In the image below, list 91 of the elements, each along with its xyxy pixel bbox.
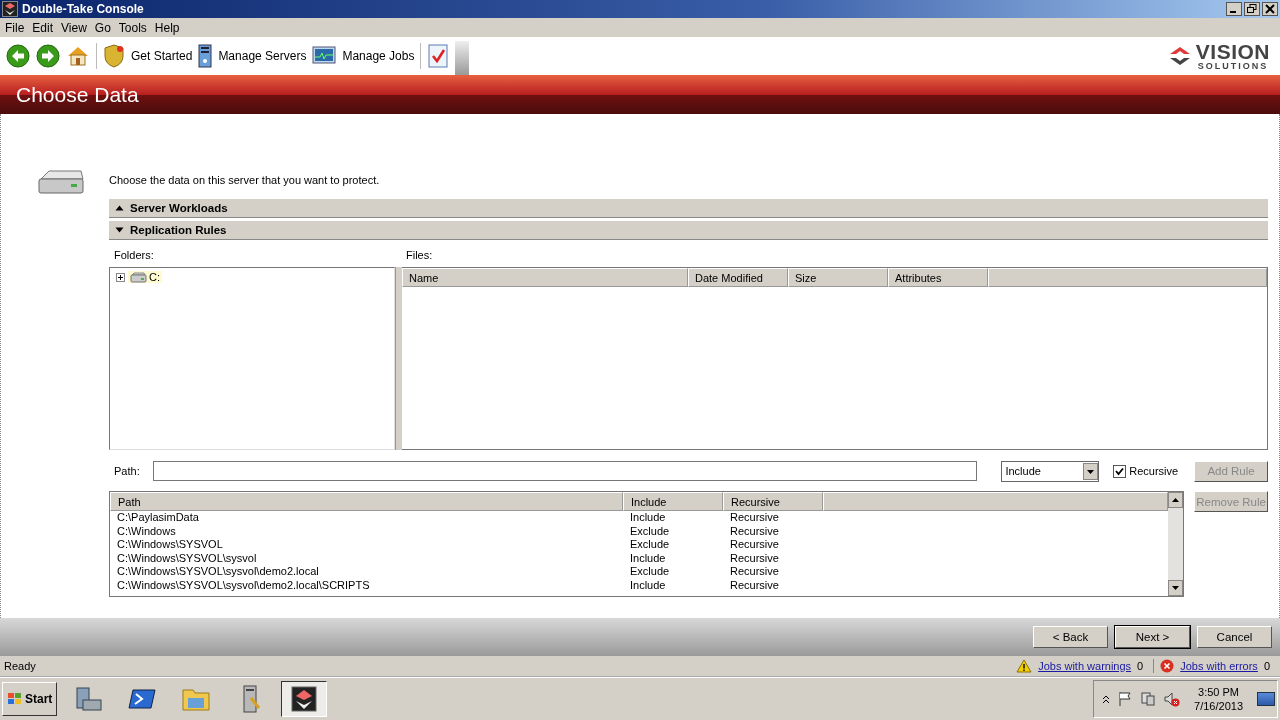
toolbar-button[interactable]: Get Started — [101, 42, 195, 70]
table-cell-text: C:\Windows\SYSVOL — [116, 538, 224, 552]
path-label: Path: — [113, 465, 141, 477]
logo-tagline: SOLUTIONS — [1197, 62, 1269, 71]
recursive-checkbox[interactable] — [1113, 464, 1127, 478]
path-input[interactable] — [152, 461, 978, 481]
folders-label: Folders: — [113, 249, 155, 261]
server-icon — [198, 44, 213, 68]
tree-item[interactable]: C: — [128, 271, 162, 283]
column-header[interactable]: Date Modified — [688, 268, 788, 287]
toolbar-overflow[interactable] — [455, 41, 470, 75]
hard-drive-icon — [37, 169, 85, 197]
flag-icon[interactable] — [1118, 691, 1133, 707]
restore-icon[interactable] — [1244, 2, 1260, 16]
clock[interactable]: 3:50 PM 7/16/2013 — [1194, 685, 1243, 713]
warning-icon — [1016, 659, 1033, 673]
network-icon[interactable] — [1140, 691, 1157, 707]
table-cell-text: Recursive — [729, 524, 780, 538]
window-title: Double-Take Console — [22, 2, 144, 16]
table-cell-text: Include — [629, 511, 667, 525]
column-header[interactable]: Attributes — [888, 268, 988, 287]
show-hidden-icons-icon[interactable] — [1102, 694, 1111, 704]
menu-item[interactable]: File — [2, 20, 28, 35]
start-logo-icon — [7, 692, 23, 706]
table-cell-text: Include — [629, 551, 667, 565]
table-cell-text: Recursive — [729, 538, 780, 552]
table-cell-text: Include — [629, 578, 667, 592]
menu-item[interactable]: Go — [91, 20, 114, 35]
scroll-down-icon[interactable] — [1168, 580, 1184, 596]
shield-icon — [103, 44, 125, 68]
checklist-icon — [427, 44, 450, 68]
table-cell-text: Recursive — [729, 565, 780, 579]
collapse-icon — [115, 227, 124, 233]
table-cell-text: C:\Windows\SYSVOL\sysvol\demo2.local\SCRIPTS — [116, 578, 371, 592]
menu-item[interactable]: View — [58, 20, 90, 35]
table-cell-text: C:\PaylasimData — [116, 511, 200, 525]
table-cell-text: C:\Windows\SYSVOL\sysvol — [116, 551, 258, 565]
errors-link[interactable]: Jobs with errors — [1180, 660, 1258, 672]
expand-icon — [115, 205, 124, 211]
column-header[interactable]: Name — [402, 268, 688, 287]
page-title: Choose Data — [16, 82, 139, 107]
start-button[interactable]: Start — [2, 682, 58, 716]
errors-count: 0 — [1263, 660, 1270, 672]
table-cell-text: Exclude — [629, 565, 671, 579]
taskbar-app[interactable] — [281, 681, 328, 717]
app-icon — [289, 684, 320, 714]
error-icon — [1160, 659, 1175, 673]
expand-icon[interactable] — [116, 272, 125, 282]
files-label: Files: — [406, 249, 433, 261]
column-header[interactable]: Include — [623, 492, 723, 511]
column-header[interactable]: Size — [788, 268, 888, 287]
table-cell-text: Recursive — [729, 511, 780, 525]
menu-item[interactable]: Help — [151, 20, 183, 35]
toolbar-button[interactable]: Manage Jobs — [310, 44, 417, 68]
section-header[interactable]: Replication Rules — [109, 221, 1268, 240]
status-text: Ready — [4, 660, 36, 672]
cancel-button[interactable]: Cancel — [1197, 626, 1272, 648]
warnings-link[interactable]: Jobs with warnings — [1038, 660, 1132, 672]
monitor-chart-icon — [312, 46, 337, 66]
table-cell-text: Exclude — [629, 524, 671, 538]
drive-icon — [130, 271, 147, 283]
menu-item[interactable]: Tools — [115, 20, 150, 35]
scroll-up-icon[interactable] — [1168, 492, 1184, 508]
rule-type-dropdown[interactable]: Include — [1001, 460, 1100, 482]
back-button[interactable] — [4, 42, 32, 70]
next-button[interactable]: Next > — [1115, 626, 1190, 648]
muted-speaker-icon[interactable] — [1164, 691, 1181, 707]
house-icon — [66, 44, 90, 68]
table-cell-text: Recursive — [729, 578, 780, 592]
minimize-icon[interactable] — [1226, 2, 1242, 16]
column-header[interactable]: Path — [110, 492, 623, 511]
back-button[interactable]: < Back — [1033, 626, 1108, 648]
logo-name: VISION — [1195, 41, 1270, 62]
folder-tree[interactable]: C: — [109, 267, 395, 450]
table-cell-text: Exclude — [629, 538, 671, 552]
forward-button[interactable] — [34, 42, 62, 70]
table-cell-text: C:\Windows\SYSVOL\sysvol\demo2.local — [116, 565, 320, 579]
warnings-count: 0 — [1137, 660, 1144, 672]
instruction-text: Choose the data on this server that you want to protect. — [109, 173, 380, 186]
app-icon — [2, 1, 18, 17]
show-desktop-button[interactable] — [1257, 692, 1275, 706]
section-header[interactable]: Server Workloads — [109, 199, 1268, 218]
recursive-label: Recursive — [1129, 465, 1179, 477]
column-header[interactable]: Recursive — [723, 492, 823, 511]
table-cell-text: Recursive — [729, 551, 780, 565]
server-tools-icon — [73, 684, 104, 714]
table-cell-text: C:\Windows — [116, 524, 177, 538]
menu-item[interactable]: Edit — [29, 20, 57, 35]
close-icon[interactable] — [1262, 2, 1278, 16]
toolbar-button[interactable]: Manage Servers — [196, 42, 309, 70]
vertical-scrollbar[interactable] — [1168, 492, 1184, 596]
